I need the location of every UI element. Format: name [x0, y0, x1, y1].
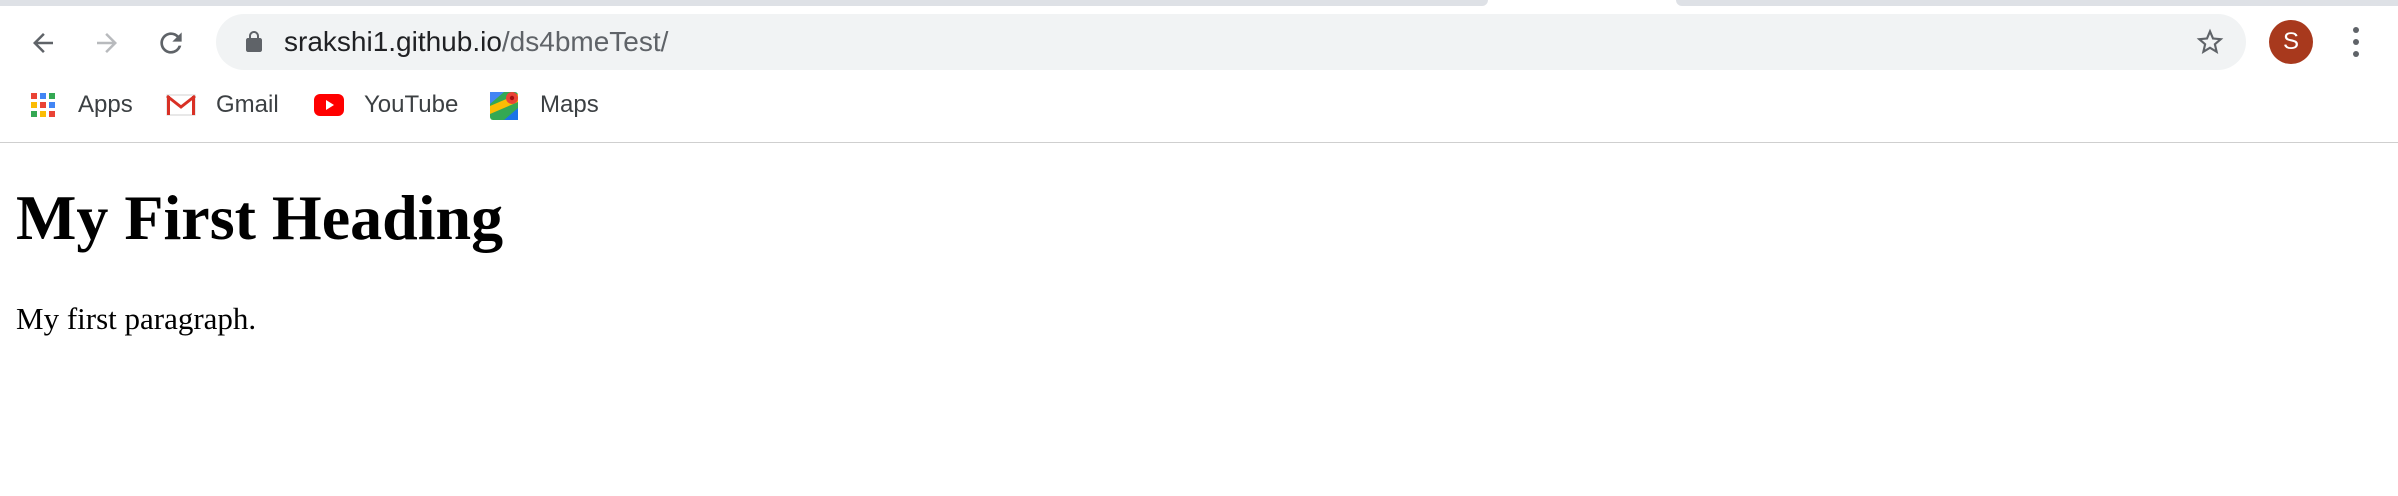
url-path: /ds4bmeTest/: [501, 26, 669, 57]
bookmark-label: Maps: [540, 91, 599, 118]
browser-chrome: srakshi1.github.io/ds4bmeTest/ S Apps Gm…: [0, 0, 2398, 143]
bookmarks-bar: Apps Gmail YouTube Maps: [0, 84, 2398, 126]
url-host: srakshi1.github.io: [284, 26, 502, 57]
maps-icon: [490, 90, 520, 120]
address-bar[interactable]: srakshi1.github.io/ds4bmeTest/: [216, 14, 2246, 70]
back-button[interactable]: [20, 20, 66, 66]
back-arrow-icon: [33, 33, 53, 53]
page-heading: My First Heading: [16, 182, 504, 253]
bookmark-apps[interactable]: Apps: [28, 84, 133, 126]
tab-strip: [1676, 0, 2398, 6]
page-content: My First Heading My first paragraph.: [0, 143, 2398, 496]
bookmark-gmail[interactable]: Gmail: [166, 84, 279, 126]
bookmark-label: Gmail: [216, 91, 279, 118]
tab-strip: [0, 0, 1488, 6]
more-vert-icon: [2353, 27, 2359, 57]
more-options-button[interactable]: [2338, 20, 2374, 64]
apps-grid-icon: [28, 90, 58, 120]
bookmark-label: YouTube: [364, 91, 459, 118]
reload-button[interactable]: [148, 20, 194, 66]
youtube-icon: [314, 90, 344, 120]
bookmark-label: Apps: [78, 91, 133, 118]
profile-avatar[interactable]: S: [2269, 20, 2313, 64]
forward-button[interactable]: [84, 20, 130, 66]
bookmark-maps[interactable]: Maps: [490, 84, 599, 126]
bookmark-youtube[interactable]: YouTube: [314, 84, 458, 126]
gmail-icon: [166, 90, 196, 120]
page-paragraph: My first paragraph.: [16, 301, 257, 336]
url-text[interactable]: srakshi1.github.io/ds4bmeTest/: [284, 14, 668, 70]
reload-icon: [160, 32, 182, 54]
star-icon[interactable]: [2194, 26, 2226, 58]
forward-arrow-icon: [97, 33, 117, 53]
lock-icon[interactable]: [242, 30, 266, 54]
